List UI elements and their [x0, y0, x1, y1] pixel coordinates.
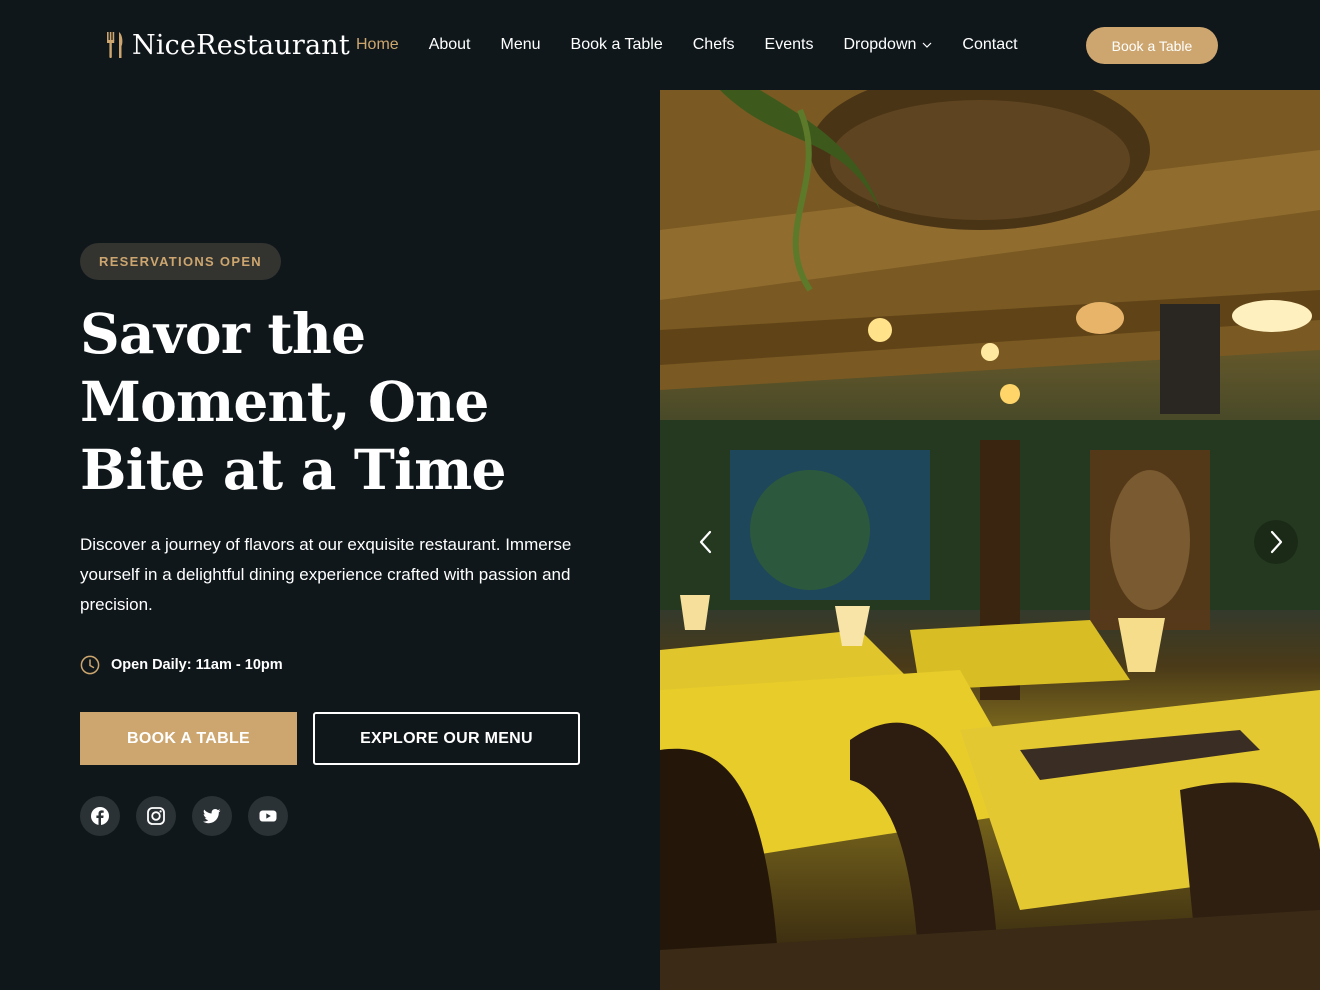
restaurant-interior-photo: [660, 90, 1320, 990]
nav-chefs[interactable]: Chefs: [693, 36, 735, 54]
main-nav: Home About Menu Book a Table Chefs Event…: [356, 32, 1048, 58]
nav-dropdown[interactable]: Dropdown: [843, 36, 932, 54]
headline-line-1: Savor the: [80, 301, 366, 366]
clock-icon: [80, 655, 100, 675]
site-header: NiceRestaurant Home About Menu Book a Ta…: [0, 0, 1320, 90]
nav-book-a-table[interactable]: Book a Table: [571, 36, 663, 54]
hero-headline: Savor the Moment, One Bite at a Time: [80, 300, 600, 504]
twitter-link[interactable]: [192, 796, 232, 836]
nav-home[interactable]: Home: [356, 36, 399, 54]
twitter-icon: [203, 809, 221, 824]
youtube-icon: [259, 810, 277, 822]
youtube-link[interactable]: [248, 796, 288, 836]
nav-menu[interactable]: Menu: [501, 36, 541, 54]
cutlery-icon: [107, 32, 123, 58]
book-table-button[interactable]: BOOK A TABLE: [80, 712, 297, 765]
opening-hours: Open Daily: 11am - 10pm: [80, 654, 283, 676]
carousel-prev-button[interactable]: [684, 520, 728, 564]
nav-events[interactable]: Events: [765, 36, 814, 54]
headline-line-3: Bite at a Time: [80, 437, 507, 502]
explore-menu-button[interactable]: EXPLORE OUR MENU: [313, 712, 580, 765]
carousel-next-button[interactable]: [1254, 520, 1298, 564]
nav-about[interactable]: About: [429, 36, 471, 54]
instagram-link[interactable]: [136, 796, 176, 836]
chevron-left-icon: [699, 530, 712, 554]
logo[interactable]: NiceRestaurant: [106, 27, 350, 63]
brand-name: NiceRestaurant: [132, 29, 350, 61]
nav-dropdown-label: Dropdown: [843, 36, 917, 53]
restaurant-scene-illustration: [660, 90, 1320, 990]
opening-hours-text: Open Daily: 11am - 10pm: [111, 657, 283, 673]
social-links: [80, 796, 288, 836]
reservations-badge: RESERVATIONS OPEN: [80, 243, 281, 280]
facebook-icon: [91, 807, 109, 825]
instagram-icon: [147, 807, 165, 825]
nav-contact[interactable]: Contact: [962, 36, 1017, 54]
facebook-link[interactable]: [80, 796, 120, 836]
chevron-down-icon: [922, 42, 932, 48]
chevron-right-icon: [1270, 530, 1283, 554]
headline-line-2: Moment, One: [80, 369, 489, 434]
header-book-button[interactable]: Book a Table: [1086, 27, 1218, 64]
hero-description: Discover a journey of flavors at our exq…: [80, 535, 572, 614]
